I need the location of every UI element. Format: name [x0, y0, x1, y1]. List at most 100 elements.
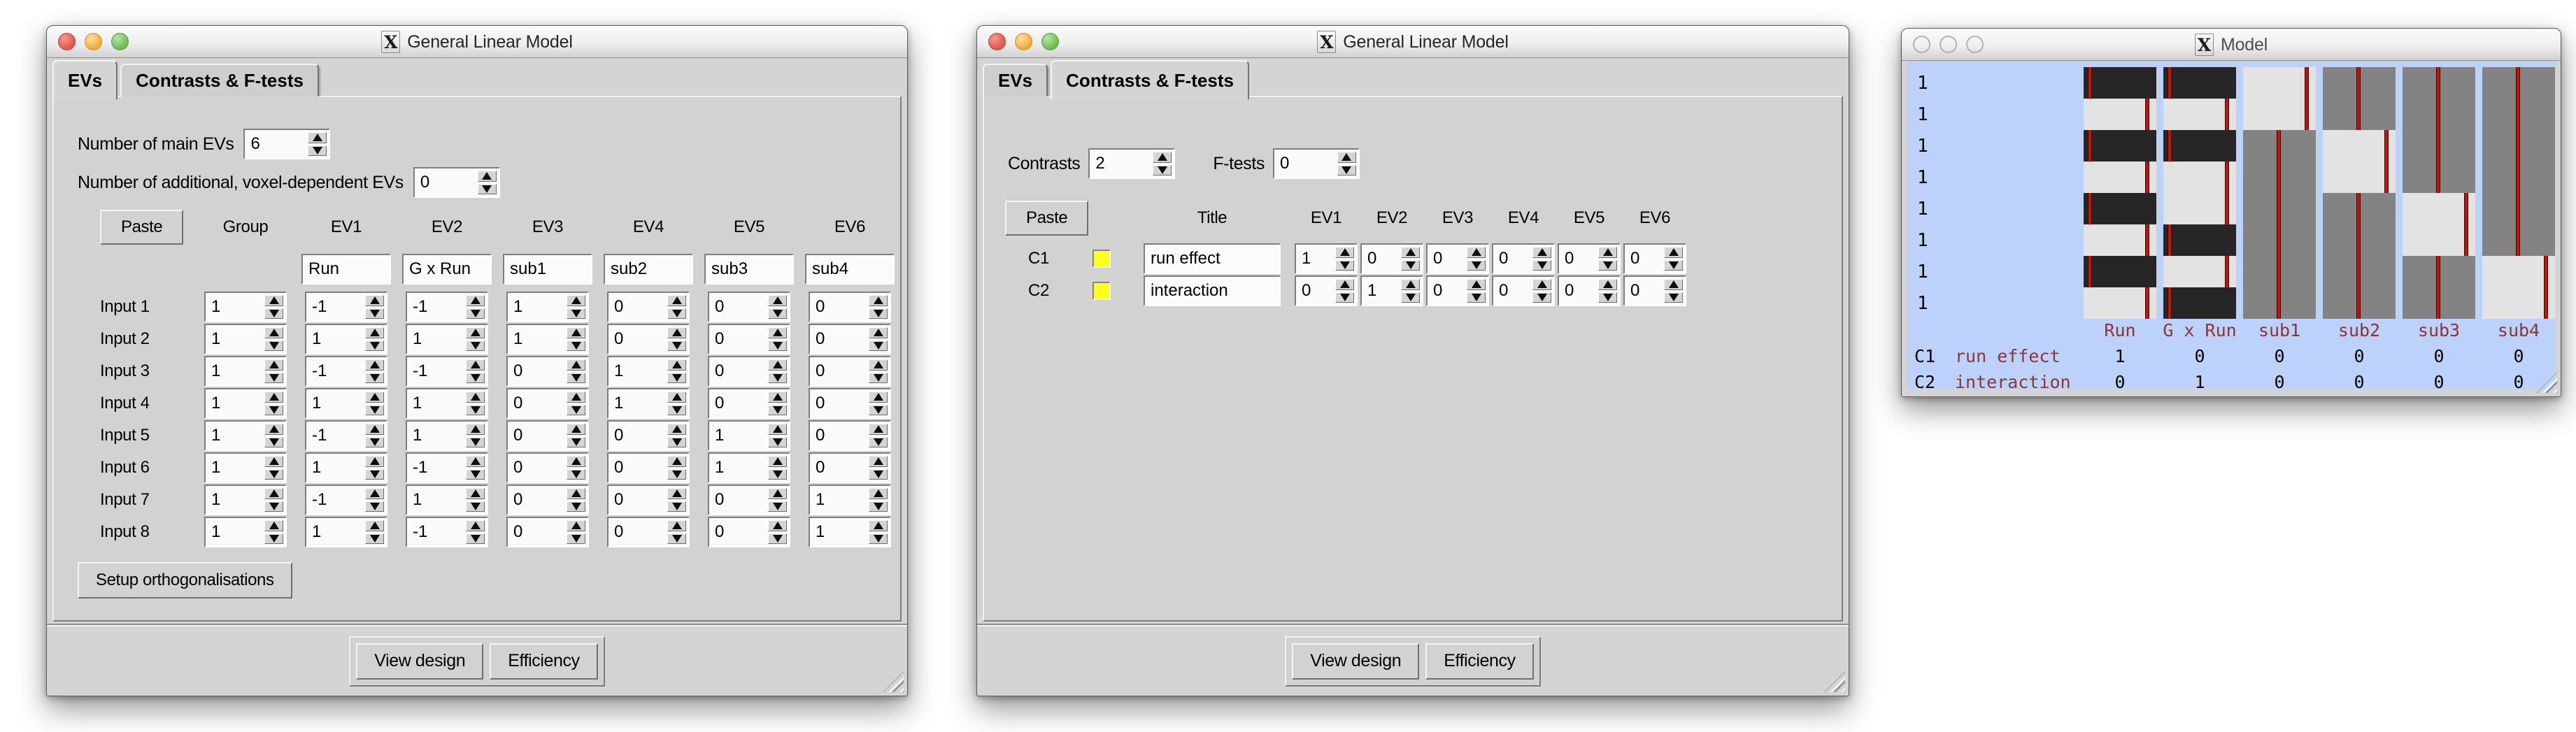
- spin-down-button[interactable]: [1335, 260, 1354, 271]
- spinbox[interactable]: 1: [809, 517, 891, 547]
- spin-down-button[interactable]: [365, 501, 384, 512]
- spin-up-button[interactable]: [768, 327, 787, 338]
- spin-up-button[interactable]: [869, 520, 888, 531]
- spin-up-button[interactable]: [1467, 279, 1486, 290]
- spinbox-value[interactable]: 0: [609, 325, 665, 353]
- spinbox[interactable]: 0: [607, 517, 690, 547]
- paste-button[interactable]: Paste: [100, 210, 183, 245]
- spin-down-button[interactable]: [667, 469, 686, 480]
- spin-up-button[interactable]: [365, 327, 384, 338]
- spinbox[interactable]: 0: [506, 517, 589, 547]
- spin-down-button[interactable]: [264, 308, 283, 320]
- spin-up-button[interactable]: [768, 392, 787, 403]
- spinbox-value[interactable]: -1: [407, 357, 464, 385]
- spin-up-button[interactable]: [365, 424, 384, 435]
- spin-up-button[interactable]: [869, 488, 888, 499]
- spinbox[interactable]: 1: [305, 324, 387, 354]
- spin-down-button[interactable]: [1664, 260, 1683, 271]
- spin-down-button[interactable]: [1467, 292, 1486, 303]
- ev-name-field[interactable]: G x Run: [402, 254, 492, 285]
- spin-down-button[interactable]: [768, 405, 787, 416]
- spin-up-button[interactable]: [667, 520, 686, 531]
- spin-up-button[interactable]: [667, 392, 686, 403]
- spinbox-value[interactable]: 1: [206, 293, 262, 321]
- spinbox[interactable]: 0: [607, 485, 690, 515]
- spin-down-button[interactable]: [1337, 165, 1356, 176]
- spinbox[interactable]: 1: [204, 356, 287, 387]
- spinbox-value[interactable]: 1: [206, 454, 262, 482]
- spinbox[interactable]: 0: [607, 292, 690, 322]
- spin-up-button[interactable]: [567, 488, 585, 499]
- minimize-button[interactable]: [1015, 33, 1032, 50]
- spinbox-value[interactable]: 1: [206, 518, 262, 546]
- close-button[interactable]: [58, 33, 76, 50]
- tab-contrasts-ftests[interactable]: Contrasts & F-tests: [1051, 60, 1249, 99]
- spinbox[interactable]: 1: [506, 292, 589, 322]
- spin-down-button[interactable]: [567, 308, 585, 320]
- spinbox-value[interactable]: 1: [709, 454, 766, 482]
- spinbox-value[interactable]: 0: [508, 454, 564, 482]
- spinbox-value[interactable]: 6: [245, 130, 306, 158]
- spin-down-button[interactable]: [869, 469, 888, 480]
- spin-down-button[interactable]: [365, 533, 384, 545]
- spinbox-value[interactable]: 0: [810, 422, 867, 450]
- spin-down-button[interactable]: [667, 373, 686, 384]
- spinbox-value[interactable]: 1: [206, 357, 262, 385]
- spin-up-button[interactable]: [365, 520, 384, 531]
- spin-down-button[interactable]: [264, 405, 283, 416]
- spin-down-button[interactable]: [567, 501, 585, 512]
- spinbox[interactable]: 0: [1492, 243, 1555, 274]
- ev-name-field[interactable]: sub1: [503, 254, 592, 285]
- spinbox[interactable]: 0: [708, 485, 790, 515]
- spinbox[interactable]: 1: [809, 485, 891, 515]
- spin-up-button[interactable]: [308, 132, 327, 143]
- spin-down-button[interactable]: [365, 469, 384, 480]
- efficiency-button[interactable]: Efficiency: [1425, 643, 1534, 680]
- spinbox[interactable]: -1: [406, 452, 488, 483]
- spin-down-button[interactable]: [768, 469, 787, 480]
- spinbox-value[interactable]: 0: [709, 518, 766, 546]
- spinbox-value[interactable]: 0: [508, 486, 564, 514]
- spin-down-button[interactable]: [869, 533, 888, 545]
- spinbox[interactable]: 1: [204, 485, 287, 515]
- spin-down-button[interactable]: [768, 501, 787, 512]
- spin-up-button[interactable]: [1598, 279, 1617, 290]
- spinbox[interactable]: 0: [1492, 275, 1555, 306]
- spinbox[interactable]: 1: [607, 388, 690, 419]
- spin-up-button[interactable]: [264, 424, 283, 435]
- spinbox[interactable]: 1: [406, 324, 488, 354]
- spinbox-value[interactable]: 1: [306, 325, 363, 353]
- spin-down-button[interactable]: [1664, 292, 1683, 303]
- spin-up-button[interactable]: [768, 488, 787, 499]
- spinbox[interactable]: 1: [708, 420, 790, 451]
- zoom-button[interactable]: [1966, 36, 1984, 53]
- spin-up-button[interactable]: [667, 488, 686, 499]
- spinbox[interactable]: -1: [305, 485, 387, 515]
- spinbox-value[interactable]: 1: [508, 325, 564, 353]
- spin-down-button[interactable]: [365, 437, 384, 448]
- spinbox[interactable]: 0: [809, 292, 891, 322]
- ev-name-field[interactable]: sub4: [805, 254, 895, 285]
- spinbox-value[interactable]: 1: [206, 422, 262, 450]
- spinbox-value[interactable]: -1: [306, 293, 363, 321]
- spinbox[interactable]: 0: [607, 452, 690, 483]
- spinbox[interactable]: 0: [506, 452, 589, 483]
- ev-name-field[interactable]: Run: [301, 254, 391, 285]
- spin-down-button[interactable]: [1335, 292, 1354, 303]
- spin-down-button[interactable]: [768, 373, 787, 384]
- spinbox[interactable]: 0: [506, 485, 589, 515]
- spin-up-button[interactable]: [264, 392, 283, 403]
- spinbox[interactable]: 1: [204, 517, 287, 547]
- view-design-button[interactable]: View design: [356, 643, 483, 680]
- spinbox[interactable]: 0: [708, 324, 790, 354]
- spinbox[interactable]: -1: [305, 420, 387, 451]
- efficiency-button[interactable]: Efficiency: [490, 643, 598, 680]
- spin-down-button[interactable]: [768, 340, 787, 352]
- titlebar[interactable]: X Model: [1902, 29, 2561, 61]
- spinbox-value[interactable]: 0: [810, 454, 867, 482]
- spinbox-value[interactable]: 1: [1296, 245, 1333, 273]
- spin-up-button[interactable]: [869, 295, 888, 306]
- close-button[interactable]: [988, 33, 1006, 50]
- spinbox-value[interactable]: 0: [609, 454, 665, 482]
- spinbox-value[interactable]: 0: [1625, 245, 1662, 273]
